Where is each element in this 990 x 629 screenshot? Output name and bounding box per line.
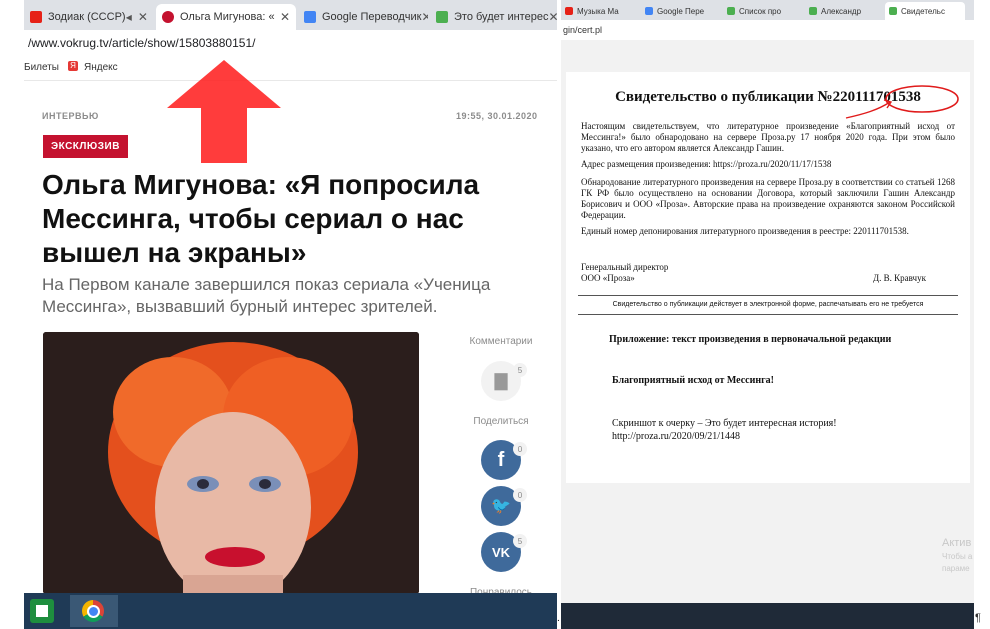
red-circle-annotation [845,85,959,119]
tab-google-translate[interactable]: Google Переводчик ✕ [298,4,428,30]
activation-watermark-line: параме [942,564,970,573]
tab-label: Google Пере [657,6,705,16]
facebook-icon: f [497,448,505,471]
pilcrow-mark: ¶ [975,612,981,624]
google-translate-icon [304,11,316,23]
tab-label: Список про [739,6,782,16]
article-datetime: 19:55, 30.01.2020 [456,111,538,121]
work-title: Благоприятный исход от Мессинга! [612,375,774,386]
portrait-image [43,332,419,594]
activation-watermark-title: Актив [942,537,972,549]
separator-dot: . [557,613,560,624]
left-screenshot: Зодиак (СССР) ◂ ✕ Ольга Мигунова: « ✕ Go… [24,0,557,629]
comments-label: Комментарии [469,336,533,347]
certificate-paragraph-2: Обнародование литературного произведения… [581,177,955,220]
proza-icon [889,7,897,15]
divider [578,314,958,315]
work-excerpt-line-1: Скриншот к очерку – Это будет интересная… [612,418,837,429]
director-name: Д. В. Кравчук [873,273,926,283]
twitter-icon: 🐦 [491,498,511,515]
bookmarks-bar: Билеты Я Яндекс [24,56,557,81]
yandex-icon: Я [68,61,78,71]
tab-author[interactable]: Александр [805,2,885,20]
article-headline: Ольга Мигунова: «Я попросила Мессинга, ч… [42,169,480,268]
taskbar [561,603,974,629]
proza-icon [727,7,735,15]
certificate-paragraph-1: Настоящим свидетельствуем, что литератур… [581,121,955,153]
comment-icon: ▇ [494,373,508,390]
appendix-heading: Приложение: текст произведения в первона… [609,334,892,345]
vk-count: 5 [513,534,527,548]
comments-count: 5 [513,363,527,377]
sheets-app-icon[interactable] [30,599,54,623]
tab-article[interactable]: Ольга Мигунова: « ✕ [156,4,296,30]
director-org: ООО «Проза» [581,273,635,283]
url-text[interactable]: gin/cert.pl [563,25,602,35]
director-title: Генеральный директор [581,262,669,272]
tab-google-translate[interactable]: Google Пере [641,2,723,20]
url-text[interactable]: /www.vokrug.tv/article/show/15803880151/ [28,36,255,50]
tv-icon [162,11,174,23]
chrome-taskbar-button[interactable] [70,595,118,627]
google-translate-icon [645,7,653,15]
tab-label: Свидетельс [901,6,945,16]
chrome-icon [82,600,104,622]
close-icon[interactable]: ✕ [422,10,429,24]
bookmark-tickets[interactable]: Билеты [24,62,59,73]
proza-icon [809,7,817,15]
electronic-notice: Свидетельство о публикации действует в э… [612,301,924,308]
bookmark-yandex[interactable]: Яндекс [84,62,118,73]
divider [578,295,958,296]
facebook-count: 0 [513,442,527,456]
tab-music[interactable]: Музыка Ма [561,2,641,20]
certificate-card: Свидетельство о публикации №220111701538… [566,72,970,483]
close-icon[interactable]: ✕ [280,10,290,24]
work-address[interactable]: Адрес размещения произведения: https://p… [581,159,955,170]
vk-icon: VK [491,544,511,560]
tab-certificate[interactable]: Свидетельс [885,2,965,20]
rubric[interactable]: ИНТЕРВЬЮ [42,111,99,121]
proza-icon [436,11,448,23]
right-screenshot: Музыка Ма Google Пере Список про Алексан… [561,0,974,629]
tab-works-list[interactable]: Список про [723,2,805,20]
work-excerpt-line-2: http://proza.ru/2020/09/21/1448 [612,431,741,442]
tab-label: Это будет интерес [454,11,549,23]
close-icon[interactable]: ✕ [138,10,148,24]
article-photo [43,332,419,594]
address-bar[interactable]: gin/cert.pl [561,20,974,40]
youtube-icon [30,11,42,23]
tab-label: Google Переводчик [322,11,422,23]
music-icon [565,7,573,15]
tab-label: Александр [821,6,862,16]
exclusive-badge: ЭКСКЛЮЗИВ [43,135,128,158]
speaker-icon: ◂ [125,10,132,24]
article-lead: На Первом канале завершился показ сериал… [42,275,491,316]
tab-label: Музыка Ма [577,6,619,16]
close-icon[interactable]: ✕ [548,10,557,24]
twitter-count: 0 [513,488,527,502]
tab-label: Зодиак (СССР) [48,11,126,23]
red-arrow-annotation [167,60,281,163]
taskbar [24,593,557,629]
tab-youtube[interactable]: Зодиак (СССР) ◂ ✕ [24,4,154,30]
activation-watermark-line: Чтобы а [942,552,973,561]
share-label: Поделиться [473,416,529,427]
tab-proza[interactable]: Это будет интерес ✕ [430,4,557,30]
deposit-number: Единый номер депонирования литературного… [581,226,909,236]
tab-label: Ольга Мигунова: « [180,11,275,23]
